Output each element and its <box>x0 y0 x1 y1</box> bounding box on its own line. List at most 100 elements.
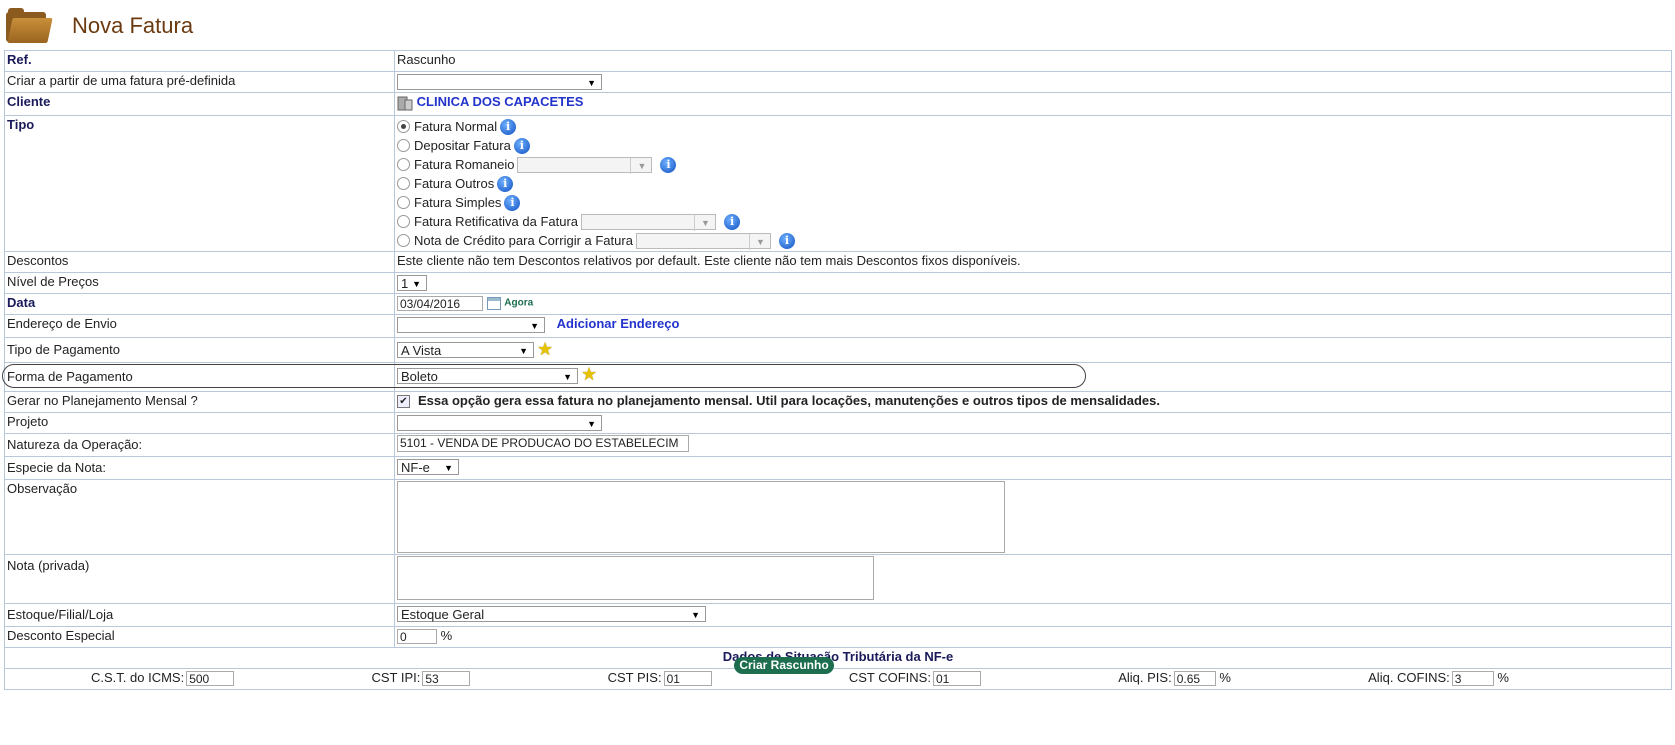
radio-button[interactable] <box>397 120 410 133</box>
forma-pagamento-select[interactable]: Boleto ▼ <box>397 368 578 384</box>
row-especie: Especie da Nota: NF-e ▼ <box>4 456 1672 480</box>
especie-label: Especie da Nota: <box>4 456 395 480</box>
cst-pis: CST PIS: 01 <box>608 670 712 687</box>
planejamento-note: Essa opção gera essa fatura no planejame… <box>418 393 1160 408</box>
ref-value: Rascunho <box>394 50 1672 72</box>
especie-select[interactable]: NF-e ▼ <box>397 459 459 476</box>
radio-button[interactable] <box>397 158 410 171</box>
tipo-option-simples[interactable]: Fatura Simples i <box>397 193 1669 212</box>
page-header: Nova Fatura <box>4 6 193 46</box>
cst-cofins-input[interactable]: 01 <box>932 671 981 687</box>
row-descontos: Descontos Este cliente não tem Descontos… <box>4 251 1672 273</box>
radio-button[interactable] <box>397 196 410 209</box>
info-icon[interactable]: i <box>513 137 530 154</box>
star-icon[interactable]: ★ <box>537 339 553 359</box>
info-icon[interactable]: i <box>497 175 514 192</box>
radio-button[interactable] <box>397 215 410 228</box>
cst-icms-input[interactable]: 500 <box>186 671 235 687</box>
tributaria-title: Dados de Situação Tributária da NF-e <box>4 647 1672 669</box>
credito-select[interactable]: ▼ <box>635 232 771 250</box>
data-label: Data <box>4 293 395 315</box>
row-planejamento: Gerar no Planejamento Mensal ? ✔ Essa opç… <box>4 391 1672 413</box>
row-desconto-especial: Desconto Especial 0 % <box>4 626 1672 648</box>
row-endereco: Endereço de Envio ▼ Adicionar Endereço <box>4 314 1672 338</box>
row-template: Criar a partir de uma fatura pré-definid… <box>4 71 1672 93</box>
now-link[interactable]: Agora <box>504 298 533 309</box>
info-icon[interactable]: i <box>660 156 677 173</box>
row-tipo-pagamento: Tipo de Pagamento A Vista ▼ ★ <box>4 337 1672 363</box>
descontos-value: Este cliente não tem Descontos relativos… <box>394 251 1672 273</box>
tipo-pagamento-label: Tipo de Pagamento <box>4 337 395 363</box>
nivel-label: Nível de Preços <box>4 272 395 294</box>
radio-button[interactable] <box>397 234 410 247</box>
row-forma-pagamento: Forma de Pagamento Boleto ▼ ★ <box>4 362 1672 392</box>
projeto-select[interactable]: ▼ <box>397 414 602 431</box>
tipo-label: Tipo <box>4 115 395 252</box>
row-nota-privada: Nota (privada) <box>4 554 1672 604</box>
nota-privada-textarea[interactable] <box>397 556 874 600</box>
romaneio-select[interactable]: ▼ <box>517 156 653 174</box>
info-icon[interactable]: i <box>724 213 741 230</box>
tipo-option-depositar[interactable]: Depositar Fatura i <box>397 136 1669 155</box>
radio-button[interactable] <box>397 177 410 190</box>
endereco-label: Endereço de Envio <box>4 314 395 338</box>
row-natureza: Natureza da Operação: 5101 - VENDA DE PR… <box>4 433 1672 457</box>
info-icon[interactable]: i <box>778 232 795 249</box>
date-input[interactable]: 03/04/2016 <box>397 296 483 312</box>
row-observacao: Observação <box>4 479 1672 555</box>
invoice-form: Ref. Rascunho Criar a partir de uma fatu… <box>4 50 1672 690</box>
aliq-pis: Aliq. PIS: 0.65 % <box>1118 670 1231 687</box>
observacao-label: Observação <box>4 479 395 555</box>
planejamento-label: Gerar no Planejamento Mensal ? <box>4 391 395 413</box>
folder-icon <box>4 8 53 44</box>
info-icon[interactable]: i <box>500 118 517 135</box>
calendar-icon[interactable] <box>486 297 501 311</box>
aliq-pis-input[interactable]: 0.65 <box>1173 671 1216 687</box>
descontos-label: Descontos <box>4 251 395 273</box>
projeto-label: Projeto <box>4 412 395 434</box>
row-tipo: Tipo Fatura Normal i Depositar Fatura i Fa… <box>4 115 1672 252</box>
row-estoque: Estoque/Filial/Loja Estoque Geral ▼ <box>4 603 1672 627</box>
cst-cofins: CST COFINS: 01 <box>849 670 981 687</box>
row-nivel: Nível de Preços 1 ▼ <box>4 272 1672 294</box>
add-address-link[interactable]: Adicionar Endereço <box>557 316 680 331</box>
info-icon[interactable]: i <box>504 194 521 211</box>
row-projeto: Projeto ▼ <box>4 412 1672 434</box>
tipo-option-outros[interactable]: Fatura Outros i <box>397 174 1669 193</box>
natureza-input[interactable]: 5101 - VENDA DE PRODUCAO DO ESTABELECIM <box>397 435 689 453</box>
row-data: Data 03/04/2016 Agora <box>4 293 1672 315</box>
cst-ipi-input[interactable]: 53 <box>422 671 471 687</box>
cliente-label: Cliente <box>4 92 395 116</box>
cst-pis-input[interactable]: 01 <box>663 671 712 687</box>
nivel-select[interactable]: 1 ▼ <box>397 274 427 291</box>
create-draft-button[interactable]: Criar Rascunho <box>734 657 834 674</box>
star-icon[interactable]: ★ <box>581 364 597 384</box>
row-tributaria-title: Dados de Situação Tributária da NF-e <box>4 647 1672 669</box>
estoque-select[interactable]: Estoque Geral ▼ <box>397 606 706 623</box>
row-cliente: Cliente CLINICA DOS CAPACETES <box>4 92 1672 116</box>
retificativa-select[interactable]: ▼ <box>581 213 717 231</box>
observacao-textarea[interactable] <box>397 481 1005 553</box>
tipo-option-normal[interactable]: Fatura Normal i <box>397 117 1669 136</box>
tipo-option-retificativa[interactable]: Fatura Retificativa da Fatura ▼ i <box>397 212 1669 231</box>
aliq-cofins: Aliq. COFINS: 3 % <box>1368 670 1509 687</box>
row-tributaria: C.S.T. do ICMS: 500 CST IPI: 53 CST PIS: 01… <box>4 668 1672 690</box>
cliente-link[interactable]: CLINICA DOS CAPACETES <box>417 94 584 109</box>
cst-icms: C.S.T. do ICMS: 500 <box>91 670 235 687</box>
aliq-cofins-input[interactable]: 3 <box>1451 671 1494 687</box>
endereco-select[interactable]: ▼ <box>397 316 545 333</box>
radio-button[interactable] <box>397 139 410 152</box>
planejamento-checkbox[interactable]: ✔ <box>397 395 410 409</box>
natureza-label: Natureza da Operação: <box>4 433 395 457</box>
template-label: Criar a partir de uma fatura pré-definid… <box>4 71 395 93</box>
building-icon <box>397 95 413 111</box>
tipo-pagamento-select[interactable]: A Vista ▼ <box>397 342 534 358</box>
desconto-especial-label: Desconto Especial <box>4 626 395 648</box>
desconto-especial-input[interactable]: 0 <box>397 629 437 645</box>
page-title: Nova Fatura <box>72 13 194 38</box>
template-select[interactable]: ▼ <box>397 73 602 90</box>
tipo-option-credito[interactable]: Nota de Crédito para Corrigir a Fatura ▼ i <box>397 231 1669 250</box>
ref-label: Ref. <box>4 50 395 72</box>
forma-pagamento-label: Forma de Pagamento <box>4 362 395 392</box>
tipo-option-romaneio[interactable]: Fatura Romaneio ▼ i <box>397 155 1669 174</box>
